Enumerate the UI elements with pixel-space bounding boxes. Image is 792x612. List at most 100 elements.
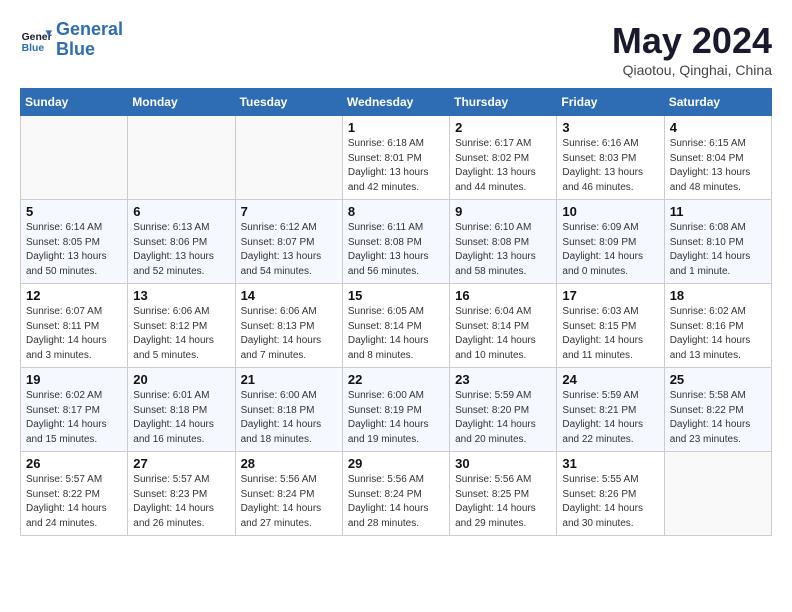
calendar-table: SundayMondayTuesdayWednesdayThursdayFrid… — [20, 88, 772, 536]
day-info: Sunrise: 6:02 AM Sunset: 8:16 PM Dayligh… — [670, 305, 766, 363]
logo: General Blue GeneralBlue — [20, 20, 123, 60]
location: Qiaotou, Qinghai, China — [612, 62, 772, 78]
day-info: Sunrise: 5:58 AM Sunset: 8:22 PM Dayligh… — [670, 389, 766, 447]
calendar-cell: 7 Sunrise: 6:12 AM Sunset: 8:07 PM Daylig… — [235, 200, 342, 284]
day-number: 16 — [455, 288, 551, 303]
calendar-body: 1Sunrise: 6:18 AM Sunset: 8:01 PM Daylig… — [21, 116, 772, 536]
day-info: Sunrise: 6:00 AM Sunset: 8:18 PM Dayligh… — [241, 389, 337, 447]
day-info: Sunrise: 5:56 AM Sunset: 8:24 PM Dayligh… — [241, 473, 337, 531]
day-number: 3 — [562, 120, 658, 135]
page-header: General Blue GeneralBlue May 2024 Qiaoto… — [20, 20, 772, 78]
day-number: 17 — [562, 288, 658, 303]
day-info: Sunrise: 6:04 AM Sunset: 8:14 PM Dayligh… — [455, 305, 551, 363]
calendar-cell — [235, 116, 342, 200]
calendar-cell: 11Sunrise: 6:08 AM Sunset: 8:10 PM Dayli… — [664, 200, 771, 284]
weekday-header-cell: Saturday — [664, 89, 771, 116]
calendar-cell: 13 Sunrise: 6:06 AM Sunset: 8:12 PM Dayli… — [128, 284, 235, 368]
day-info: Sunrise: 5:57 AM Sunset: 8:23 PM Dayligh… — [133, 473, 229, 531]
day-number: 26 — [26, 456, 122, 471]
calendar-cell: 8 Sunrise: 6:11 AM Sunset: 8:08 PM Daylig… — [342, 200, 449, 284]
calendar-cell: 3 Sunrise: 6:16 AM Sunset: 8:03 PM Daylig… — [557, 116, 664, 200]
weekday-header-row: SundayMondayTuesdayWednesdayThursdayFrid… — [21, 89, 772, 116]
calendar-cell: 22 Sunrise: 6:00 AM Sunset: 8:19 PM Dayli… — [342, 368, 449, 452]
calendar-cell: 15 Sunrise: 6:05 AM Sunset: 8:14 PM Dayli… — [342, 284, 449, 368]
day-number: 4 — [670, 120, 766, 135]
calendar-week-row: 5Sunrise: 6:14 AM Sunset: 8:05 PM Daylig… — [21, 200, 772, 284]
day-number: 27 — [133, 456, 229, 471]
logo-text: GeneralBlue — [56, 20, 123, 60]
day-number: 19 — [26, 372, 122, 387]
calendar-week-row: 1Sunrise: 6:18 AM Sunset: 8:01 PM Daylig… — [21, 116, 772, 200]
day-number: 11 — [670, 204, 766, 219]
calendar-cell: 28Sunrise: 5:56 AM Sunset: 8:24 PM Dayli… — [235, 452, 342, 536]
day-info: Sunrise: 6:10 AM Sunset: 8:08 PM Dayligh… — [455, 221, 551, 279]
day-number: 8 — [348, 204, 444, 219]
day-info: Sunrise: 6:05 AM Sunset: 8:14 PM Dayligh… — [348, 305, 444, 363]
day-number: 10 — [562, 204, 658, 219]
calendar-cell: 29 Sunrise: 5:56 AM Sunset: 8:24 PM Dayli… — [342, 452, 449, 536]
weekday-header-cell: Tuesday — [235, 89, 342, 116]
calendar-cell: 5Sunrise: 6:14 AM Sunset: 8:05 PM Daylig… — [21, 200, 128, 284]
day-info: Sunrise: 6:06 AM Sunset: 8:12 PM Dayligh… — [133, 305, 229, 363]
day-info: Sunrise: 5:57 AM Sunset: 8:22 PM Dayligh… — [26, 473, 122, 531]
day-info: Sunrise: 6:13 AM Sunset: 8:06 PM Dayligh… — [133, 221, 229, 279]
weekday-header-cell: Wednesday — [342, 89, 449, 116]
weekday-header-cell: Monday — [128, 89, 235, 116]
title-block: May 2024 Qiaotou, Qinghai, China — [612, 20, 772, 78]
day-info: Sunrise: 6:12 AM Sunset: 8:07 PM Dayligh… — [241, 221, 337, 279]
day-info: Sunrise: 5:56 AM Sunset: 8:24 PM Dayligh… — [348, 473, 444, 531]
day-number: 18 — [670, 288, 766, 303]
day-info: Sunrise: 5:59 AM Sunset: 8:20 PM Dayligh… — [455, 389, 551, 447]
day-info: Sunrise: 5:56 AM Sunset: 8:25 PM Dayligh… — [455, 473, 551, 531]
calendar-cell: 1Sunrise: 6:18 AM Sunset: 8:01 PM Daylig… — [342, 116, 449, 200]
day-info: Sunrise: 6:17 AM Sunset: 8:02 PM Dayligh… — [455, 137, 551, 195]
calendar-cell: 10 Sunrise: 6:09 AM Sunset: 8:09 PM Dayli… — [557, 200, 664, 284]
calendar-week-row: 12Sunrise: 6:07 AM Sunset: 8:11 PM Dayli… — [21, 284, 772, 368]
calendar-cell: 25 Sunrise: 5:58 AM Sunset: 8:22 PM Dayli… — [664, 368, 771, 452]
calendar-cell: 24 Sunrise: 5:59 AM Sunset: 8:21 PM Dayli… — [557, 368, 664, 452]
calendar-cell: 9 Sunrise: 6:10 AM Sunset: 8:08 PM Daylig… — [450, 200, 557, 284]
day-number: 23 — [455, 372, 551, 387]
day-number: 20 — [133, 372, 229, 387]
calendar-cell: 12Sunrise: 6:07 AM Sunset: 8:11 PM Dayli… — [21, 284, 128, 368]
day-number: 30 — [455, 456, 551, 471]
day-info: Sunrise: 6:09 AM Sunset: 8:09 PM Dayligh… — [562, 221, 658, 279]
day-info: Sunrise: 6:11 AM Sunset: 8:08 PM Dayligh… — [348, 221, 444, 279]
day-number: 14 — [241, 288, 337, 303]
day-number: 15 — [348, 288, 444, 303]
day-info: Sunrise: 5:55 AM Sunset: 8:26 PM Dayligh… — [562, 473, 658, 531]
day-info: Sunrise: 5:59 AM Sunset: 8:21 PM Dayligh… — [562, 389, 658, 447]
calendar-cell — [21, 116, 128, 200]
day-number: 9 — [455, 204, 551, 219]
day-info: Sunrise: 6:03 AM Sunset: 8:15 PM Dayligh… — [562, 305, 658, 363]
calendar-cell: 21 Sunrise: 6:00 AM Sunset: 8:18 PM Dayli… — [235, 368, 342, 452]
calendar-cell: 23 Sunrise: 5:59 AM Sunset: 8:20 PM Dayli… — [450, 368, 557, 452]
day-info: Sunrise: 6:06 AM Sunset: 8:13 PM Dayligh… — [241, 305, 337, 363]
day-info: Sunrise: 6:02 AM Sunset: 8:17 PM Dayligh… — [26, 389, 122, 447]
day-number: 21 — [241, 372, 337, 387]
day-number: 31 — [562, 456, 658, 471]
calendar-cell: 14 Sunrise: 6:06 AM Sunset: 8:13 PM Dayli… — [235, 284, 342, 368]
day-info: Sunrise: 6:16 AM Sunset: 8:03 PM Dayligh… — [562, 137, 658, 195]
day-number: 13 — [133, 288, 229, 303]
calendar-cell: 4Sunrise: 6:15 AM Sunset: 8:04 PM Daylig… — [664, 116, 771, 200]
weekday-header-cell: Thursday — [450, 89, 557, 116]
calendar-cell: 20 Sunrise: 6:01 AM Sunset: 8:18 PM Dayli… — [128, 368, 235, 452]
calendar-cell: 30 Sunrise: 5:56 AM Sunset: 8:25 PM Dayli… — [450, 452, 557, 536]
day-number: 2 — [455, 120, 551, 135]
day-number: 22 — [348, 372, 444, 387]
day-info: Sunrise: 6:18 AM Sunset: 8:01 PM Dayligh… — [348, 137, 444, 195]
day-info: Sunrise: 6:07 AM Sunset: 8:11 PM Dayligh… — [26, 305, 122, 363]
day-info: Sunrise: 6:00 AM Sunset: 8:19 PM Dayligh… — [348, 389, 444, 447]
day-number: 24 — [562, 372, 658, 387]
logo-icon: General Blue — [20, 24, 52, 56]
calendar-cell — [128, 116, 235, 200]
day-number: 25 — [670, 372, 766, 387]
day-number: 7 — [241, 204, 337, 219]
day-info: Sunrise: 6:01 AM Sunset: 8:18 PM Dayligh… — [133, 389, 229, 447]
day-number: 6 — [133, 204, 229, 219]
day-number: 29 — [348, 456, 444, 471]
calendar-cell: 17 Sunrise: 6:03 AM Sunset: 8:15 PM Dayli… — [557, 284, 664, 368]
calendar-cell — [664, 452, 771, 536]
calendar-cell: 6 Sunrise: 6:13 AM Sunset: 8:06 PM Daylig… — [128, 200, 235, 284]
